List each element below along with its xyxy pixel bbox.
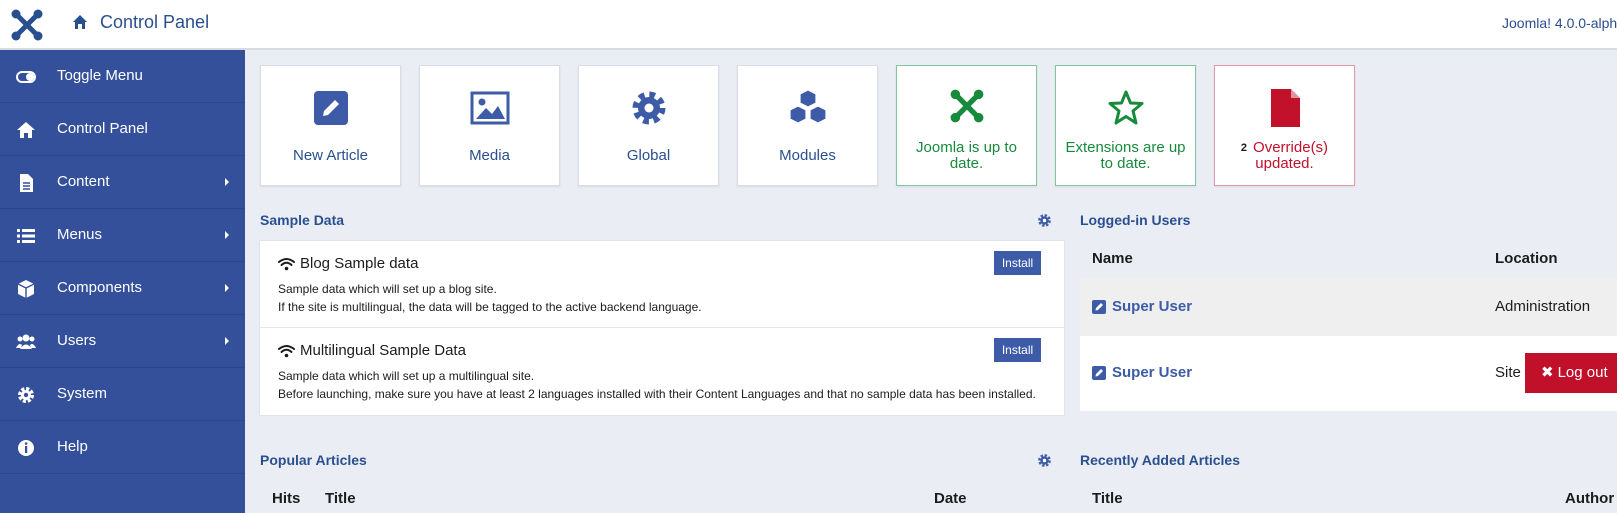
override-count-badge: 2 xyxy=(1240,142,1248,154)
users-icon xyxy=(16,334,36,349)
edit-icon xyxy=(1092,366,1106,380)
cubes-icon xyxy=(788,89,827,124)
gear-icon xyxy=(18,387,34,403)
joomla-logo-icon[interactable] xyxy=(10,8,44,42)
quickicon-label: New Article xyxy=(292,147,369,164)
column-header-title: Title xyxy=(1092,490,1123,507)
column-header-hits: Hits xyxy=(272,490,301,507)
quickicon-global[interactable]: Global xyxy=(578,65,719,186)
quickicon-media[interactable]: Media xyxy=(419,65,560,186)
install-button[interactable]: Install xyxy=(994,338,1041,362)
quickicon-joomla-update[interactable]: Joomla is up to date. xyxy=(896,65,1037,186)
top-header: Control Panel Joomla! 4.0.0-alpha xyxy=(0,0,1617,50)
sidebar-item-label: System xyxy=(57,385,108,402)
sidebar-item-label: Control Panel xyxy=(57,120,148,137)
home-icon xyxy=(17,122,35,138)
caret-right-icon xyxy=(225,231,229,239)
quickicon-new-article[interactable]: New Article xyxy=(260,65,401,186)
user-location: Site xyxy=(1495,364,1521,381)
toggle-icon xyxy=(16,71,36,83)
column-header-name: Name xyxy=(1092,250,1133,267)
home-icon xyxy=(73,15,87,29)
sidebar-item-help[interactable]: Help xyxy=(0,421,245,474)
column-header-date: Date xyxy=(934,490,967,507)
sidebar-item-control-panel[interactable]: Control Panel xyxy=(0,103,245,156)
logout-label: Log out xyxy=(1557,364,1608,381)
sidebar-item-label: Toggle Menu xyxy=(57,67,143,84)
list-item: Blog Sample data Install Sample data whi… xyxy=(260,241,1064,328)
sample-data-title: Sample Data xyxy=(260,212,345,228)
file-icon xyxy=(20,174,33,192)
desc-line: If the site is multilingual, the data wi… xyxy=(278,300,702,314)
sidebar-item-label: Users xyxy=(57,332,97,349)
sidebar-item-content[interactable]: Content xyxy=(0,156,245,209)
quickicon-label: 2 Override(s) updated. xyxy=(1221,140,1348,172)
column-header-location: Location xyxy=(1495,250,1558,267)
quickicon-overrides[interactable]: 2 Override(s) updated. xyxy=(1214,65,1355,186)
sidebar-item-label: Help xyxy=(57,438,88,455)
logged-in-users-title: Logged-in Users xyxy=(1080,212,1191,228)
gear-icon xyxy=(632,91,665,125)
image-icon xyxy=(470,91,509,125)
list-icon xyxy=(17,229,35,243)
user-name-link[interactable]: Super User xyxy=(1112,298,1192,315)
caret-right-icon xyxy=(225,284,229,292)
column-header-title: Title xyxy=(325,490,356,507)
list-item: Multilingual Sample Data Install Sample … xyxy=(260,328,1064,417)
star-icon xyxy=(1108,90,1143,125)
sidebar-item-toggle-menu[interactable]: Toggle Menu xyxy=(0,50,245,103)
pencil-square-icon xyxy=(313,91,348,125)
joomla-icon xyxy=(950,89,983,123)
edit-icon xyxy=(1092,300,1106,314)
desc-line: Sample data which will set up a multilin… xyxy=(278,369,535,383)
gear-icon[interactable] xyxy=(1037,213,1052,228)
recent-articles-title: Recently Added Articles xyxy=(1080,452,1241,468)
cube-icon xyxy=(17,280,35,298)
file-icon xyxy=(1270,89,1300,127)
close-icon: ✖ xyxy=(1541,364,1554,381)
desc-line: Before launching, make sure you have at … xyxy=(278,387,1036,401)
version-link[interactable]: Joomla! 4.0.0-alpha xyxy=(1502,15,1617,31)
table-row: Super User Administration xyxy=(1080,278,1617,336)
sample-desc: Sample data which will set up a blog sit… xyxy=(278,280,702,316)
logout-button[interactable]: ✖ Log out xyxy=(1525,353,1617,393)
quickicon-modules[interactable]: Modules xyxy=(737,65,878,186)
caret-right-icon xyxy=(225,337,229,345)
popular-articles-title: Popular Articles xyxy=(260,452,367,468)
quickicon-label: Global xyxy=(626,147,671,164)
user-name-link[interactable]: Super User xyxy=(1112,364,1192,381)
wifi-icon xyxy=(278,345,295,358)
quickicon-extensions-update[interactable]: Extensions are up to date. xyxy=(1055,65,1196,186)
sample-desc: Sample data which will set up a multilin… xyxy=(278,367,1036,403)
column-header-author: Author xyxy=(1565,490,1615,507)
sidebar-item-components[interactable]: Components xyxy=(0,262,245,315)
sidebar-item-menus[interactable]: Menus xyxy=(0,209,245,262)
sidebar: Toggle Menu Control Panel Content Menus … xyxy=(0,50,245,513)
page-title: Control Panel xyxy=(100,12,210,32)
sidebar-item-label: Components xyxy=(57,279,143,296)
sidebar-item-users[interactable]: Users xyxy=(0,315,245,368)
gear-icon[interactable] xyxy=(1037,453,1052,468)
quickicon-label: Joomla is up to date. xyxy=(916,139,1017,172)
sample-data-card: Blog Sample data Install Sample data whi… xyxy=(259,240,1065,416)
sample-title: Multilingual Sample Data xyxy=(300,342,466,359)
quickicon-label: Modules xyxy=(779,147,836,164)
user-location: Administration xyxy=(1495,298,1591,315)
sidebar-item-system[interactable]: System xyxy=(0,368,245,421)
caret-right-icon xyxy=(225,178,229,186)
sidebar-item-label: Menus xyxy=(57,226,103,243)
desc-line: Sample data which will set up a blog sit… xyxy=(278,282,497,296)
info-icon xyxy=(18,440,34,456)
quickicon-label: Extensions are up to date. xyxy=(1065,139,1186,172)
install-button[interactable]: Install xyxy=(994,251,1041,275)
quickicon-label: Media xyxy=(469,147,510,164)
sidebar-item-label: Content xyxy=(57,173,110,190)
quickicon-text: Override(s) updated. xyxy=(1253,139,1329,172)
sample-title: Blog Sample data xyxy=(300,255,419,272)
wifi-icon xyxy=(278,258,295,271)
